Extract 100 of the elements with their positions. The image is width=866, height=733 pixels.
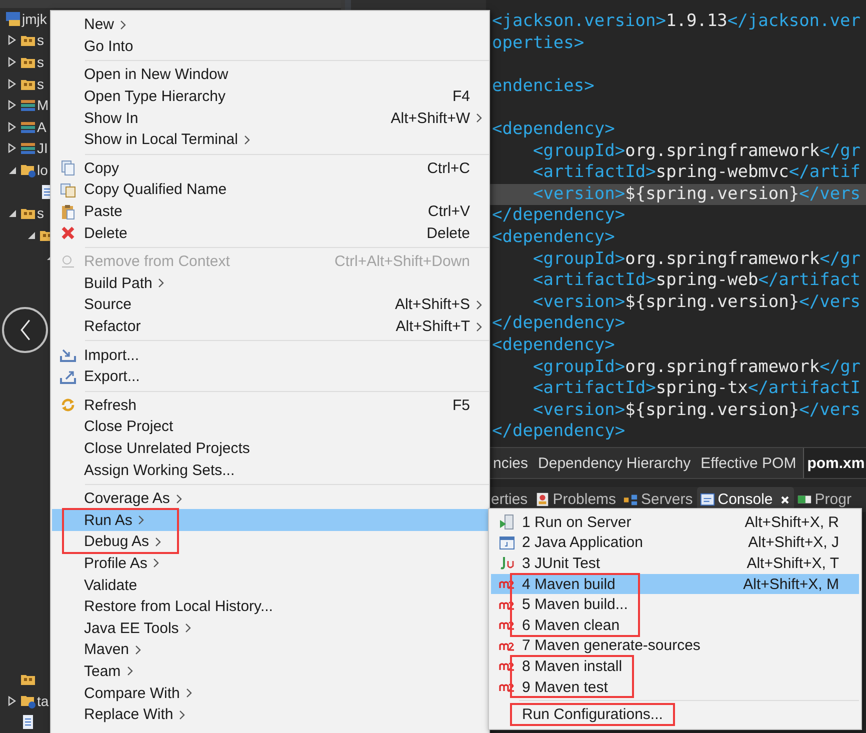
window-icon — [498, 534, 514, 551]
chevron-right-icon — [126, 665, 134, 678]
menu-item[interactable]: New — [52, 14, 488, 36]
menu-item[interactable]: 5 Maven build... — [491, 594, 859, 615]
menu-item[interactable]: Go Into — [52, 36, 488, 58]
chevron-right-icon — [154, 536, 162, 548]
tree-toggle-icon[interactable] — [6, 142, 18, 154]
menu-item[interactable]: Team — [52, 660, 488, 682]
menu-item[interactable]: Replace With — [52, 704, 488, 726]
menu-item[interactable]: 6 Maven clean — [491, 614, 859, 636]
import-icon — [60, 347, 76, 364]
menu-item[interactable]: 8 Maven install — [491, 656, 859, 677]
tree-toggle-icon[interactable] — [6, 694, 18, 707]
menu-item[interactable]: 4 Maven build Alt+Shift+X, M — [491, 574, 859, 594]
editor-tab[interactable]: Effective POM — [698, 448, 804, 478]
view-tab[interactable]: erties — [488, 487, 532, 512]
tree-toggle-icon[interactable] — [6, 120, 18, 133]
menu-item[interactable]: Open in New Window — [52, 64, 488, 86]
code-line: <dependency> — [491, 118, 616, 141]
tree-toggle-icon[interactable] — [6, 56, 18, 68]
menu-item[interactable]: Open Type Hierarchy F4 — [52, 86, 488, 108]
menu-item[interactable]: Paste Ctrl+V — [52, 200, 488, 222]
server-icon — [498, 514, 514, 530]
menu-item[interactable]: Close Unrelated Projects — [52, 438, 488, 460]
tree-item-label[interactable]: s — [37, 32, 44, 48]
code-line: <artifactId>spring-tx</artifactI — [532, 378, 862, 400]
chevron-right-icon — [137, 514, 146, 526]
document-icon — [20, 714, 36, 730]
menu-item[interactable]: Import... — [52, 344, 488, 366]
chevron-right-icon — [184, 687, 193, 700]
menu-item[interactable]: Run Configurations... — [491, 704, 859, 725]
copy-icon — [60, 182, 76, 198]
tree-item-label[interactable]: JI — [37, 140, 48, 156]
tree-toggle-icon[interactable] — [6, 99, 18, 112]
close-icon[interactable] — [780, 494, 790, 504]
view-tab[interactable]: Progr — [794, 487, 856, 512]
servers-icon — [623, 492, 638, 507]
tree-toggle-icon[interactable] — [6, 78, 18, 90]
tree-item-label[interactable]: M — [37, 97, 49, 114]
menu-item[interactable]: Debug As — [52, 531, 488, 553]
menu-item[interactable]: Delete Delete — [52, 222, 488, 244]
menu-item[interactable]: 2 Java Application Alt+Shift+X, J — [491, 532, 859, 554]
menu-item[interactable]: 7 Maven generate-sources — [491, 636, 859, 656]
editor-tab[interactable]: Dependency Hierarchy — [535, 448, 698, 478]
menu-item[interactable]: Java EE Tools — [52, 617, 488, 640]
project-icon — [5, 10, 21, 27]
tree-toggle-icon[interactable] — [6, 34, 18, 46]
code-line: <jackson.version>1.9.13</jackson.ver — [491, 11, 862, 33]
menu-item[interactable]: Refactor Alt+Shift+T — [52, 316, 488, 338]
clipboard-icon — [60, 204, 76, 220]
menu-item[interactable]: Source Alt+Shift+S — [52, 294, 488, 316]
code-line: <version>${spring.version}</vers — [532, 292, 862, 314]
code-line: <groupId>org.springframework</gr — [532, 248, 862, 270]
menu-item[interactable]: Maven — [52, 639, 488, 661]
chevron-right-icon — [174, 492, 183, 505]
menu-item[interactable]: Build Path — [52, 272, 488, 294]
menu-item[interactable]: 9 Maven test — [491, 676, 859, 698]
menu-item[interactable]: Compare With — [52, 682, 488, 704]
tree-item-label[interactable]: s — [37, 205, 44, 222]
editor-tab[interactable]: ncies — [490, 448, 536, 478]
menu-item[interactable]: Show in Local Terminal — [52, 128, 488, 151]
menu-item[interactable]: Coverage As — [52, 488, 488, 510]
books-icon — [20, 140, 36, 156]
menu-item[interactable]: 1 Run on Server Alt+Shift+X, R — [491, 512, 859, 533]
tree-item-label[interactable]: s — [37, 76, 44, 92]
tree-item-label[interactable]: A — [37, 118, 46, 135]
code-line: <groupId>org.springframework</gr — [532, 356, 862, 378]
menu-item[interactable]: Close Project — [52, 416, 488, 438]
editor-tab[interactable]: pom.xm — [803, 448, 866, 478]
chevron-right-icon — [475, 112, 483, 124]
view-tab[interactable]: Problems — [532, 487, 620, 512]
menu-item[interactable]: Copy Qualified Name — [52, 179, 488, 201]
tree-item-label[interactable]: lo — [37, 162, 48, 178]
menu-item[interactable]: Export... — [52, 366, 488, 388]
menu-item[interactable]: Run As — [52, 509, 488, 532]
menu-item[interactable]: Validate — [52, 574, 488, 596]
copy-icon — [60, 160, 76, 176]
chevron-right-icon — [242, 134, 251, 146]
refresh-icon — [60, 397, 76, 414]
code-line: endencies> — [491, 74, 596, 98]
code-line: <dependency> — [491, 334, 616, 356]
tree-item-label[interactable]: jmjk — [22, 10, 47, 27]
menu-item[interactable]: Assign Working Sets... — [52, 459, 488, 481]
menu-item[interactable]: Profile As — [52, 552, 488, 574]
tree-item-label[interactable]: ta — [37, 692, 49, 709]
books-icon — [20, 97, 36, 114]
problems-icon — [534, 492, 550, 507]
code-line: <artifactId>spring-webmvc</artif — [532, 162, 862, 184]
menu-item[interactable]: Restore from Local History... — [52, 596, 488, 618]
chevron-right-icon — [184, 622, 192, 634]
export-icon — [60, 368, 76, 385]
tree-item-label[interactable]: s — [37, 54, 44, 70]
menu-item[interactable]: Copy Ctrl+C — [52, 158, 488, 180]
menu-item[interactable]: Show In Alt+Shift+W — [52, 107, 488, 129]
code-line: </dependency> — [491, 313, 626, 335]
view-tab[interactable]: Servers — [620, 487, 697, 512]
menu-item[interactable]: Refresh F5 — [52, 394, 488, 416]
menu-item[interactable]: 3 JUnit Test Alt+Shift+X, T — [491, 553, 859, 574]
chevron-right-icon — [178, 708, 186, 721]
chevron-right-icon — [475, 298, 483, 311]
